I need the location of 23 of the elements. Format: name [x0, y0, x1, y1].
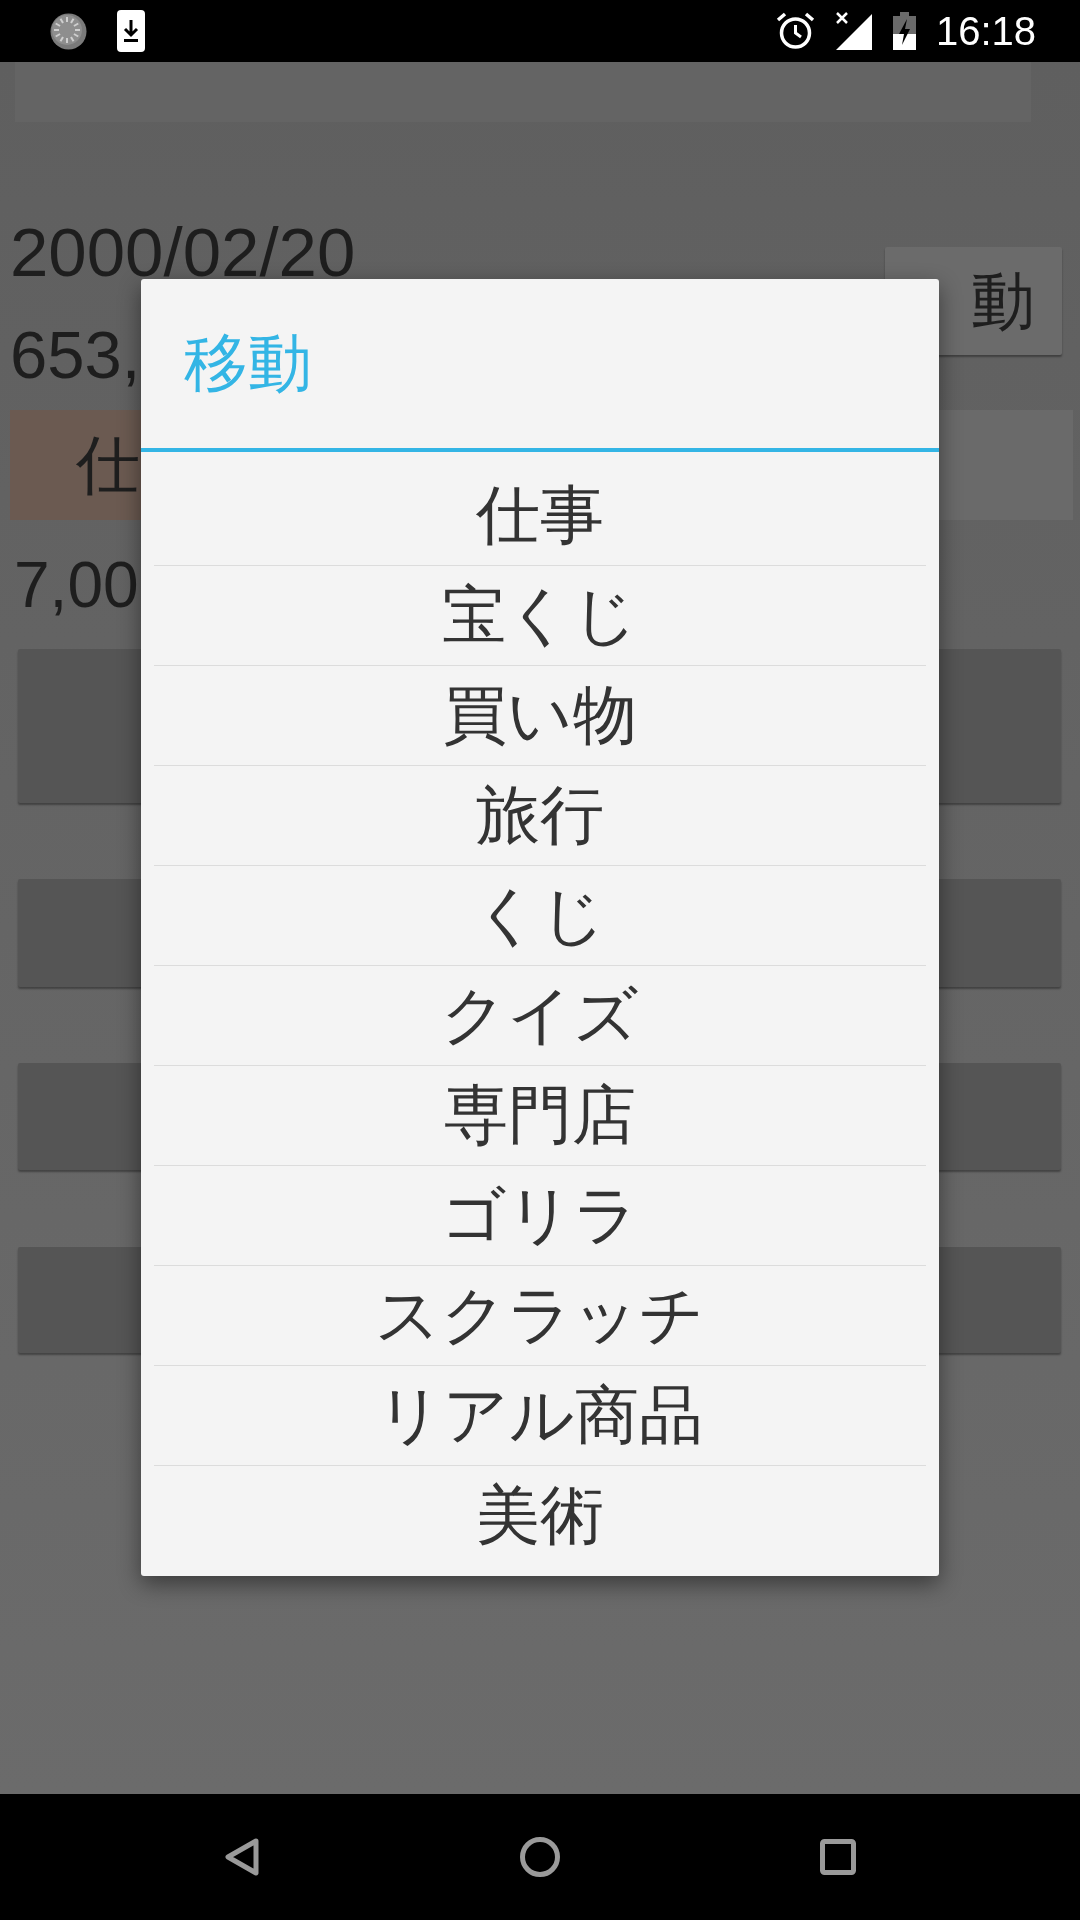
category-option[interactable]: 美術 [154, 1465, 926, 1565]
category-option[interactable]: スクラッチ [154, 1265, 926, 1365]
battery-charging-icon [892, 12, 916, 50]
back-icon[interactable] [224, 1837, 260, 1877]
download-icon [117, 10, 145, 52]
amount-text: 653, [10, 316, 141, 394]
category-option[interactable]: 買い物 [154, 665, 926, 765]
status-time: 16:18 [935, 11, 1036, 51]
category-option[interactable]: ゴリラ [154, 1165, 926, 1265]
category-option[interactable]: リアル商品 [154, 1365, 926, 1465]
category-option[interactable]: 旅行 [154, 765, 926, 865]
spinner-icon [50, 12, 87, 50]
date-text: 2000/02/20 [10, 213, 356, 293]
category-option[interactable]: くじ [154, 865, 926, 965]
category-option[interactable]: 専門店 [154, 1065, 926, 1165]
alarm-icon [775, 12, 815, 50]
signal-icon [835, 12, 872, 50]
recents-icon[interactable] [820, 1839, 856, 1875]
category-option[interactable]: クイズ [154, 965, 926, 1065]
category-option[interactable]: 宝くじ [154, 565, 926, 665]
dialog-title: 移動 [184, 325, 312, 402]
value-text: 7,00 [14, 548, 139, 623]
home-icon[interactable] [520, 1837, 560, 1877]
